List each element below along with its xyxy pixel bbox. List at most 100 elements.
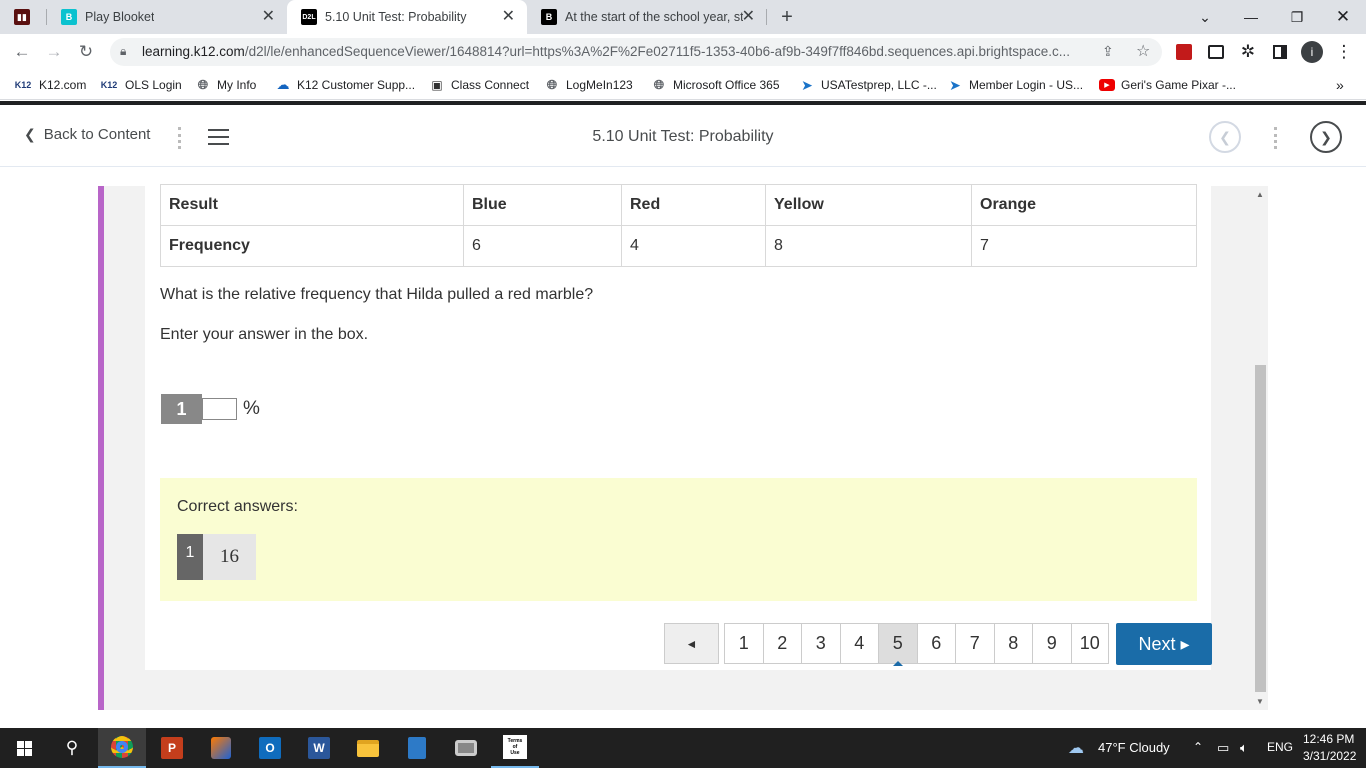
bookmark-k12-support[interactable]: ☁ K12 Customer Supp... xyxy=(275,76,416,94)
bookmark-geris-game[interactable]: ▶ Geri's Game Pixar -... xyxy=(1099,76,1236,94)
bookmark-logmein[interactable]: 🌐︎ LogMeIn123 xyxy=(544,76,633,94)
calculator-icon[interactable] xyxy=(393,728,441,768)
side-panel-icon[interactable] xyxy=(1268,40,1292,64)
scroll-up-icon[interactable]: ▲ xyxy=(1256,190,1264,199)
page-button-9[interactable]: 9 xyxy=(1032,623,1071,664)
hamburger-menu-icon[interactable] xyxy=(208,129,229,145)
terms-of-use-icon[interactable]: Terms of Use xyxy=(491,728,539,768)
chrome-menu-icon[interactable]: ⋮ xyxy=(1332,40,1356,64)
file-explorer-icon[interactable] xyxy=(344,728,392,768)
table-cell: 4 xyxy=(621,225,766,267)
bookmark-class-connect[interactable]: ▣ Class Connect xyxy=(429,76,529,94)
camera-icon: ▣ xyxy=(431,78,443,92)
correct-answers-label: Correct answers: xyxy=(177,498,298,515)
profile-avatar[interactable]: i xyxy=(1300,40,1324,64)
table-header: Yellow xyxy=(765,184,972,226)
windows-start-icon[interactable] xyxy=(0,728,48,768)
answer-unit: % xyxy=(243,398,260,419)
clock-date[interactable]: 3/31/2022 xyxy=(1303,749,1356,763)
powerpoint-icon[interactable]: P xyxy=(148,728,196,768)
weather-text[interactable]: 47°F Cloudy xyxy=(1098,740,1170,755)
forward-arrow-icon[interactable]: → xyxy=(42,40,66,64)
cursor-icon: ➤ xyxy=(949,76,961,93)
brainly-icon: B xyxy=(541,9,557,25)
search-icon[interactable]: ⚲ xyxy=(48,728,96,768)
page-button-2[interactable]: 2 xyxy=(762,623,801,664)
back-to-content-link[interactable]: ❮ Back to Content xyxy=(24,126,150,143)
d2l-navbar: ❮ Back to Content 5.10 Unit Test: Probab… xyxy=(0,105,1366,167)
volume-icon[interactable]: 🔈︎ xyxy=(1240,740,1248,756)
close-tab-icon[interactable]: ✕ xyxy=(262,9,275,25)
paint-tool-icon[interactable] xyxy=(197,728,245,768)
outlook-icon[interactable]: O xyxy=(246,728,294,768)
close-tab-icon[interactable]: ✕ xyxy=(742,9,755,25)
tab-unit-test[interactable]: D2L 5.10 Unit Test: Probability ✕ xyxy=(287,0,527,34)
minimize-icon[interactable]: — xyxy=(1228,0,1274,34)
page-button-1[interactable]: 1 xyxy=(724,623,763,664)
battery-icon[interactable]: ▭ xyxy=(1217,740,1229,756)
scroll-down-icon[interactable]: ▼ xyxy=(1256,697,1264,706)
bookmark-usatestprep[interactable]: ➤ USATestprep, LLC -... xyxy=(799,76,937,94)
tab-search-icon[interactable]: ⌄ xyxy=(1182,0,1228,34)
page-button-7[interactable]: 7 xyxy=(955,623,994,664)
reload-icon[interactable]: ↻ xyxy=(74,40,98,64)
answer-input[interactable] xyxy=(202,398,237,420)
accent-bar xyxy=(98,186,104,710)
youtube-icon: ▶ xyxy=(1099,79,1115,91)
close-window-icon[interactable]: ✕ xyxy=(1320,0,1366,34)
bookmark-ols-login[interactable]: K12 OLS Login xyxy=(99,76,182,94)
d2l-icon: D2L xyxy=(301,9,317,25)
tab-im[interactable]: ▮▮ xyxy=(0,0,46,34)
chrome-taskbar-icon[interactable] xyxy=(98,728,146,768)
tab-title: At the start of the school year, stu xyxy=(565,10,743,24)
bookmark-star-icon[interactable]: ☆ xyxy=(1136,41,1150,61)
k12-icon: K12 xyxy=(100,80,118,90)
lock-icon: 🔒︎ xyxy=(120,44,127,58)
extensions-puzzle-icon[interactable]: ✲ xyxy=(1236,40,1260,64)
scrollbar-thumb[interactable] xyxy=(1255,365,1266,692)
page-button-6[interactable]: 6 xyxy=(916,623,955,664)
tab-title: 5.10 Unit Test: Probability xyxy=(325,10,467,24)
table-cell: 6 xyxy=(463,225,622,267)
page-button-10[interactable]: 10 xyxy=(1070,623,1109,664)
k12-icon: K12 xyxy=(14,80,32,90)
table-row-label: Frequency xyxy=(160,225,464,267)
clock-time[interactable]: 12:46 PM xyxy=(1303,732,1354,746)
answer-field-group: 1 % xyxy=(161,394,260,424)
bookmark-my-info[interactable]: 🌐︎ My Info xyxy=(195,76,257,94)
tab-brainly[interactable]: B At the start of the school year, stu ✕ xyxy=(527,0,767,34)
acrobat-extension-icon[interactable] xyxy=(1172,40,1196,64)
tab-title: Play Blooket xyxy=(85,10,155,24)
more-bookmarks-icon[interactable]: » xyxy=(1336,76,1344,94)
close-tab-icon[interactable]: ✕ xyxy=(502,9,515,25)
next-topic-icon[interactable]: ❯ xyxy=(1310,121,1342,153)
browser-toolbar: ← → ↻ 🔒︎ learning.k12.com/d2l/le/enhance… xyxy=(0,34,1366,70)
bookmark-member-login[interactable]: ➤ Member Login - US... xyxy=(947,76,1083,94)
new-tab-icon[interactable]: + xyxy=(776,6,798,28)
video-extension-icon[interactable] xyxy=(1204,40,1228,64)
bookmark-office-365[interactable]: 🌐︎ Microsoft Office 365 xyxy=(651,76,780,94)
address-bar[interactable]: 🔒︎ learning.k12.com/d2l/le/enhancedSeque… xyxy=(110,38,1162,66)
tab-play-blooket[interactable]: B Play Blooket ✕ xyxy=(47,0,287,34)
camera-icon[interactable] xyxy=(442,728,490,768)
next-button[interactable]: Next ▸ xyxy=(1116,623,1212,665)
bookmarks-bar: K12 K12.com K12 OLS Login 🌐︎ My Info ☁ K12 C… xyxy=(0,70,1366,100)
page-title: 5.10 Unit Test: Probability xyxy=(592,128,774,145)
language-indicator[interactable]: ENG xyxy=(1267,740,1293,754)
previous-question-button[interactable]: ◄ xyxy=(664,623,719,664)
page-button-3[interactable]: 3 xyxy=(801,623,840,664)
url-text[interactable]: learning.k12.com/d2l/le/enhancedSequence… xyxy=(142,44,1092,59)
word-icon[interactable]: W xyxy=(295,728,343,768)
page-button-5-current[interactable]: 5 xyxy=(878,623,917,666)
chevron-up-icon[interactable]: ⌃ xyxy=(1193,740,1203,754)
question-instruction: Enter your answer in the box. xyxy=(160,326,369,343)
back-to-content-label: Back to Content xyxy=(43,126,151,143)
page-button-4[interactable]: 4 xyxy=(839,623,878,664)
restore-icon[interactable]: ❐ xyxy=(1274,0,1320,34)
back-arrow-icon[interactable]: ← xyxy=(10,40,34,64)
bookmark-k12[interactable]: K12 K12.com xyxy=(13,76,87,94)
previous-topic-icon[interactable]: ❮ xyxy=(1209,121,1241,153)
page-button-8[interactable]: 8 xyxy=(993,623,1032,664)
share-icon[interactable]: ⇪ xyxy=(1102,43,1114,60)
correct-answers-panel: Correct answers: 1 16 xyxy=(160,478,1197,601)
